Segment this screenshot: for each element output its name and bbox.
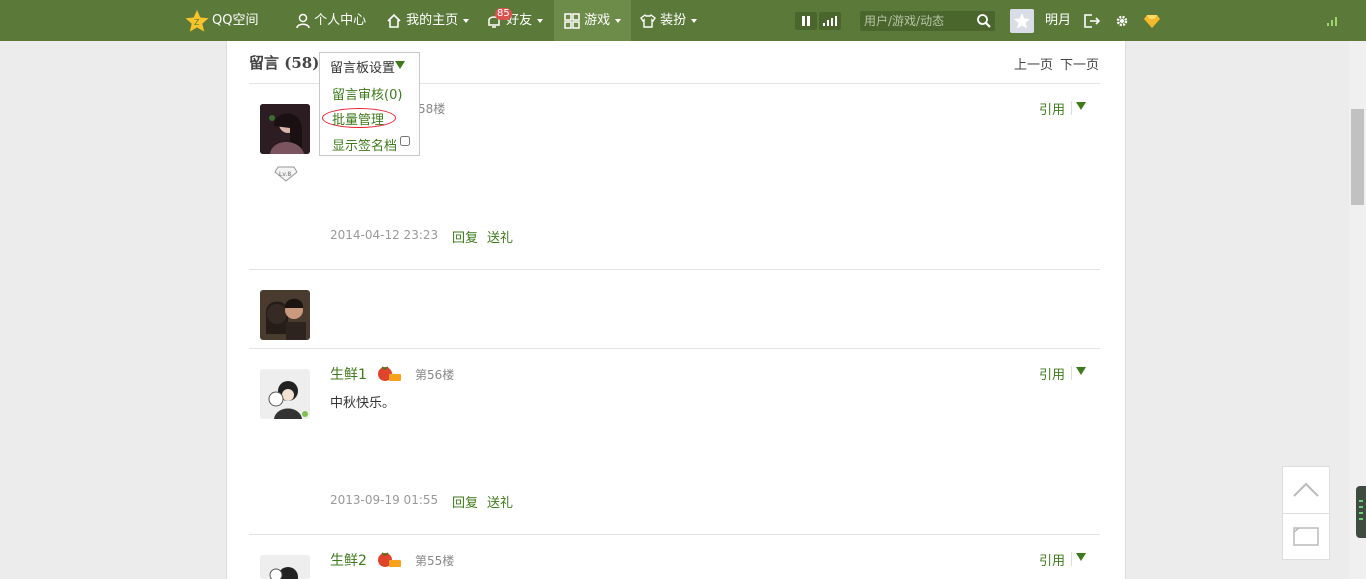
logout-icon <box>1084 13 1101 28</box>
chevron-up-icon <box>1293 482 1319 497</box>
star-icon <box>1014 13 1030 29</box>
divider <box>249 348 1100 349</box>
send-gift-link[interactable]: 送礼 <box>487 492 513 511</box>
nav-dressup[interactable]: 装扮 <box>640 0 698 41</box>
avatar[interactable] <box>260 290 310 340</box>
avatar[interactable] <box>260 369 310 419</box>
nav-my-home[interactable]: 我的主页 <box>386 0 470 41</box>
settings-button[interactable] <box>1114 0 1130 41</box>
floor-number: 第56楼 <box>415 368 455 382</box>
settings-menu-label[interactable]: 留言板设置 <box>330 57 395 76</box>
logout-button[interactable] <box>1083 0 1101 41</box>
quote-separator <box>1071 366 1072 380</box>
nav-my-home-label: 我的主页 <box>406 13 459 28</box>
back-to-top-button[interactable] <box>1283 467 1329 513</box>
menu-item-show-signature[interactable]: 显示签名档 <box>332 135 397 154</box>
post-time: 2013-09-19 01:55 <box>330 493 439 507</box>
nav-profile-center[interactable]: 个人中心 <box>296 0 366 41</box>
menu-item-review[interactable]: 留言审核(0) <box>332 84 402 103</box>
chevron-down-icon <box>691 18 698 23</box>
top-navigation-bar: Z QQ空间 个人中心 我的主页 好友 85 游戏 装扮 明月 <box>0 0 1366 41</box>
friends-notification-badge: 85 <box>495 8 512 20</box>
divider <box>249 534 1100 535</box>
avatar[interactable] <box>260 555 310 579</box>
show-signature-checkbox[interactable] <box>400 136 410 146</box>
username-link[interactable]: 明月 <box>1045 0 1071 41</box>
entry-menu-chevron-icon[interactable] <box>1076 102 1086 110</box>
star-icon: Z <box>184 0 210 41</box>
signal-button[interactable] <box>819 12 841 30</box>
user-avatar[interactable] <box>1010 9 1034 33</box>
quote-separator <box>1071 552 1072 566</box>
message-content: 中秋快乐。 <box>330 396 396 411</box>
message-board-title: 留言 (58) <box>249 54 320 72</box>
search-input[interactable] <box>864 12 972 30</box>
nav-games-label: 游戏 <box>584 13 611 28</box>
menu-item-batch-manage[interactable]: 批量管理 <box>332 109 384 128</box>
search-icon[interactable] <box>976 13 992 33</box>
send-gift-link[interactable]: 送礼 <box>487 227 513 246</box>
reply-link[interactable]: 回复 <box>452 492 478 511</box>
qzone-logo[interactable]: Z QQ空间 <box>184 0 258 41</box>
vip-diamond-button[interactable] <box>1143 0 1161 41</box>
signal-bars-icon <box>823 16 837 26</box>
author-name[interactable]: 生鲜2 <box>330 550 367 570</box>
floor-number: 第55楼 <box>415 554 455 568</box>
nav-games[interactable]: 游戏 <box>564 0 622 41</box>
prev-page-link[interactable]: 上一页 <box>1014 54 1053 73</box>
side-widget-tab[interactable] <box>1356 486 1366 538</box>
next-page-link[interactable]: 下一页 <box>1060 54 1099 73</box>
divider <box>249 269 1100 270</box>
vip-level-icon: Lv.8 <box>274 164 298 186</box>
chevron-down-icon <box>537 18 544 23</box>
widget-bars-icon <box>1359 500 1363 520</box>
nav-friends[interactable]: 好友 <box>486 0 544 41</box>
floor-number: 58楼 <box>418 102 446 116</box>
reply-link[interactable]: 回复 <box>452 227 478 246</box>
quote-link[interactable]: 引用 <box>1039 550 1065 569</box>
quote-separator <box>1071 101 1072 115</box>
author-name[interactable]: 生鲜1 <box>330 364 367 384</box>
svg-text:Z: Z <box>194 18 200 27</box>
pause-icon <box>802 16 810 26</box>
pause-button[interactable] <box>795 12 817 30</box>
post-time: 2014-04-12 23:23 <box>330 228 439 242</box>
gear-icon <box>1116 15 1128 26</box>
chevron-down-icon <box>463 18 470 23</box>
logo-text: QQ空间 <box>212 13 259 28</box>
home-icon <box>386 13 402 28</box>
entry-menu-chevron-icon[interactable] <box>1076 367 1086 375</box>
grid-icon <box>564 12 580 29</box>
floating-tools <box>1282 466 1330 560</box>
chevron-down-icon <box>615 18 622 23</box>
diamond-icon <box>1144 14 1160 28</box>
entry-menu-chevron-icon[interactable] <box>1076 553 1086 561</box>
nav-dressup-label: 装扮 <box>660 13 687 28</box>
chevron-down-icon[interactable] <box>395 61 405 69</box>
window-icon <box>1293 527 1319 546</box>
tomato-gift-icon <box>375 550 401 568</box>
network-status-icon <box>1326 0 1340 41</box>
feedback-button[interactable] <box>1283 514 1329 559</box>
nav-profile-center-label: 个人中心 <box>314 13 367 28</box>
avatar[interactable] <box>260 104 310 154</box>
quote-link[interactable]: 引用 <box>1039 99 1065 118</box>
message-board-settings-dropdown: 留言板设置 留言审核(0) 批量管理 显示签名档 <box>319 52 420 156</box>
scrollbar-thumb[interactable] <box>1351 109 1364 205</box>
shirt-icon <box>640 13 656 28</box>
tomato-gift-icon <box>375 364 401 382</box>
person-icon <box>296 13 310 28</box>
svg-text:Lv.8: Lv.8 <box>279 171 291 178</box>
search-box <box>860 11 995 31</box>
quote-link[interactable]: 引用 <box>1039 364 1065 383</box>
